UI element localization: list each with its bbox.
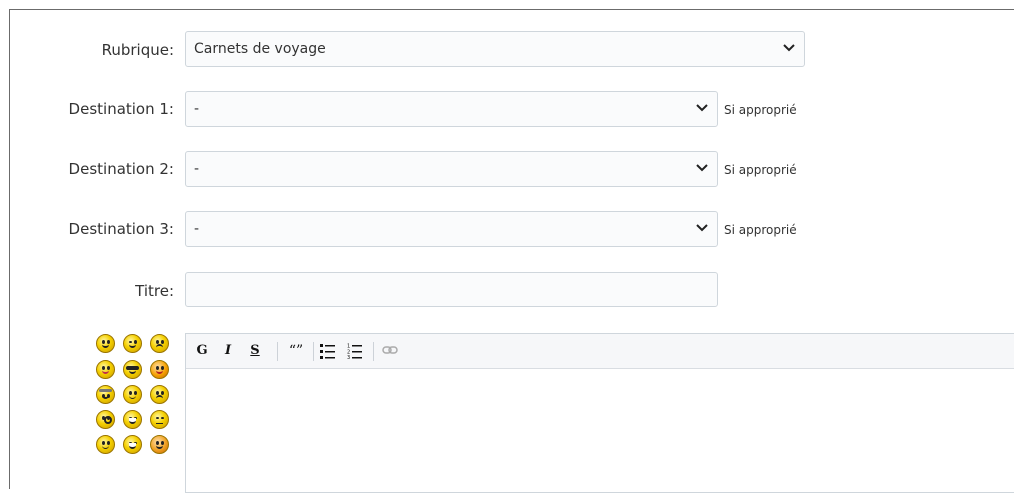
titre-input[interactable] — [185, 272, 718, 307]
titre-label: Titre: — [135, 282, 174, 300]
smiley-grin-icon[interactable] — [123, 410, 142, 429]
smiley-tongue-icon[interactable] — [96, 360, 115, 379]
destination-3-select[interactable]: - — [185, 211, 718, 247]
strikethrough-icon[interactable]: S — [249, 343, 261, 359]
destination-3-hint: Si approprié — [724, 223, 797, 237]
smiley-sleepy-icon[interactable] — [150, 410, 169, 429]
toolbar-divider — [373, 342, 374, 361]
bullet-list-icon[interactable] — [320, 343, 335, 359]
destination-2-hint: Si approprié — [724, 163, 797, 177]
smiley-laugh-icon[interactable] — [123, 435, 142, 454]
destination-2-label: Destination 2: — [68, 160, 174, 178]
chevron-down-icon — [783, 44, 795, 52]
svg-text:3: 3 — [347, 355, 350, 359]
smiley-surprised-icon[interactable] — [96, 410, 115, 429]
chevron-down-icon — [696, 164, 708, 172]
destination-1-hint: Si approprié — [724, 103, 797, 117]
smiley-wink-icon[interactable] — [123, 334, 142, 353]
destination-1-label: Destination 1: — [68, 100, 174, 118]
smiley-mad-icon[interactable] — [150, 385, 169, 404]
rubrique-selected-value: Carnets de voyage — [194, 41, 326, 57]
smiley-sad-icon[interactable] — [150, 334, 169, 353]
quote-icon[interactable]: “” — [285, 343, 307, 359]
destination-3-value: - — [194, 221, 200, 237]
smiley-happy-icon[interactable] — [96, 334, 115, 353]
message-editor[interactable]: G I S “” 1 2 3 — [185, 333, 1014, 493]
toolbar-divider — [313, 342, 314, 361]
smiley-angel-icon[interactable] — [96, 385, 115, 404]
toolbar-divider — [277, 342, 278, 361]
destination-3-label: Destination 3: — [68, 220, 174, 238]
destination-1-select[interactable]: - — [185, 91, 718, 127]
italic-icon[interactable]: I — [222, 343, 234, 359]
smiley-cool-icon[interactable] — [123, 360, 142, 379]
chevron-down-icon — [696, 224, 708, 232]
destination-2-select[interactable]: - — [185, 151, 718, 187]
editor-toolbar: G I S “” 1 2 3 — [186, 334, 1014, 369]
smiley-angry-icon[interactable] — [150, 360, 169, 379]
smiley-smile-icon[interactable] — [96, 435, 115, 454]
smiley-confused-icon[interactable] — [123, 385, 142, 404]
destination-2-value: - — [194, 161, 200, 177]
rubrique-label: Rubrique: — [101, 41, 174, 59]
link-icon[interactable] — [382, 345, 398, 355]
numbered-list-icon[interactable]: 1 2 3 — [347, 343, 362, 359]
rubrique-select[interactable]: Carnets de voyage — [185, 31, 805, 67]
bold-icon[interactable]: G — [196, 343, 208, 359]
smiley-blush-icon[interactable] — [150, 435, 169, 454]
destination-1-value: - — [194, 101, 200, 117]
chevron-down-icon — [696, 104, 708, 112]
